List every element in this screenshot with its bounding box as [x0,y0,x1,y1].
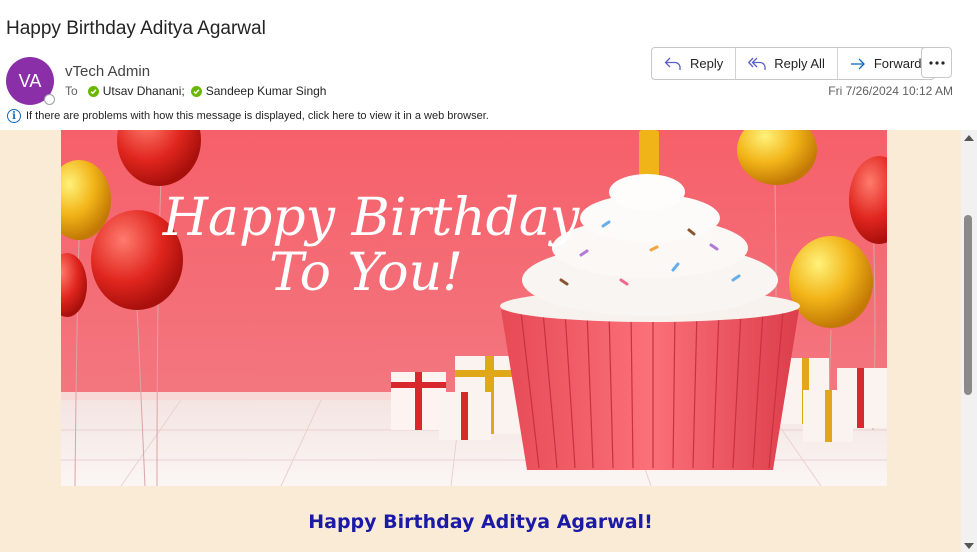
banner-line2: To You! [269,243,463,303]
to-label: To [65,84,78,98]
recipient-name: Utsav Dhanani; [102,84,185,98]
message-body: Happy Birthday To You! Happy Birthday Ad… [0,130,961,552]
birthday-greeting: Happy Birthday Aditya Agarwal! [308,511,653,533]
sender-avatar[interactable]: VA [6,57,55,105]
birthday-banner-image: Happy Birthday To You! [61,130,887,486]
more-actions-button[interactable] [921,47,952,78]
reply-icon [664,57,681,70]
sender-name[interactable]: vTech Admin [65,63,150,80]
message-actions: Reply Reply All Forward [651,47,935,80]
reply-all-button[interactable]: Reply All [736,48,838,79]
scroll-up-arrow-icon[interactable] [964,135,974,141]
info-icon: i [7,109,21,123]
info-text: If there are problems with how this mess… [26,110,489,122]
available-status-icon [87,85,99,97]
email-subject: Happy Birthday Aditya Agarwal [6,18,266,39]
recipient[interactable]: Sandeep Kumar Singh [190,84,327,98]
reply-all-label: Reply All [774,56,825,71]
more-horizontal-icon [928,60,945,65]
recipients-row: To Utsav Dhanani; Sandeep Kumar Singh [65,84,332,98]
reply-button[interactable]: Reply [652,48,737,79]
message-scrollbar[interactable] [961,130,977,552]
banner-line1: Happy Birthday [162,188,580,248]
scrollbar-thumb[interactable] [964,215,972,395]
scroll-down-arrow-icon[interactable] [964,543,974,549]
reply-all-icon [748,57,766,70]
reply-label: Reply [690,56,724,71]
available-status-icon [190,85,202,97]
recipient[interactable]: Utsav Dhanani; [87,84,185,98]
recipient-name: Sandeep Kumar Singh [205,84,327,98]
forward-button[interactable]: Forward [838,48,934,79]
forward-label: Forward [873,56,922,71]
avatar-initials: VA [18,70,42,91]
presence-status-icon [44,94,55,105]
sent-date: Fri 7/26/2024 10:12 AM [828,84,953,98]
display-problem-notice[interactable]: i If there are problems with how this me… [7,109,489,123]
forward-arrow-icon [850,58,865,69]
